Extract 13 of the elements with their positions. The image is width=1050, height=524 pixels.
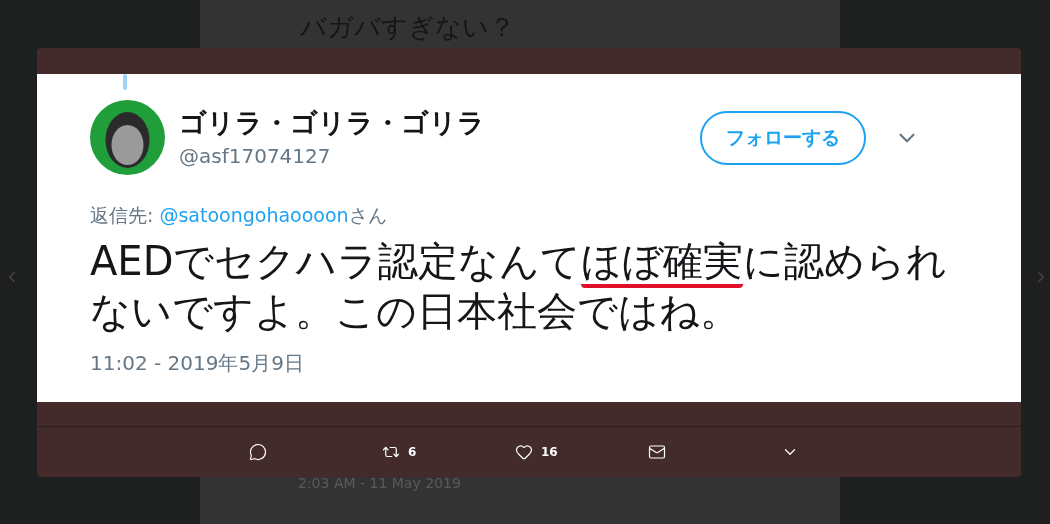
- action-count: 6: [408, 444, 417, 461]
- username: @asf17074127: [179, 142, 332, 170]
- tweet-timestamp: 11:02 - 2019年5月9日: [90, 349, 305, 377]
- tweet-text: AEDでセクハラ認定なんてほぼ確実に認められないですよ。この日本社会ではね。: [90, 236, 949, 336]
- follow-button[interactable]: フォローする: [700, 110, 866, 165]
- action-count: 16: [541, 444, 558, 461]
- message-icon[interactable]: [648, 443, 666, 461]
- reply-icon[interactable]: [249, 443, 267, 461]
- like-icon[interactable]: [515, 443, 533, 461]
- display-name: ゴリラ・ゴリラ・ゴリラ: [179, 105, 485, 140]
- thread-line: [123, 74, 127, 90]
- reply-to-line: 返信先: @satoongohaoooon さん: [90, 203, 388, 228]
- username-link[interactable]: @satoongohaoooon: [159, 204, 349, 226]
